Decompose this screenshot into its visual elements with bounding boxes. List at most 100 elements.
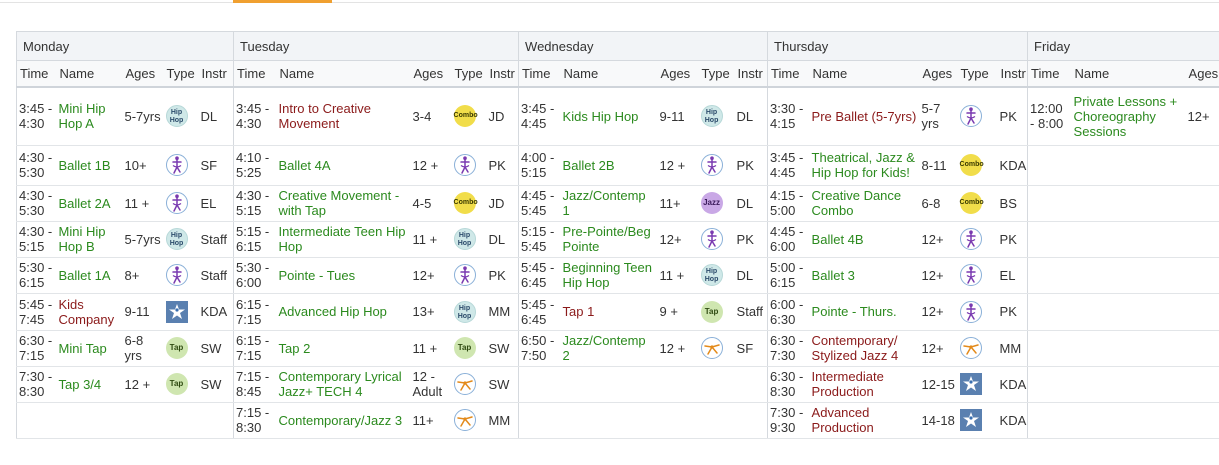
active-tab-indicator	[233, 0, 332, 3]
class-name-link[interactable]: Mini Hip Hop A	[59, 101, 121, 131]
column-header-time-wednesday: Time	[518, 60, 561, 88]
class-time-cell: 4:45 - 5:45	[518, 185, 561, 222]
class-name-link[interactable]: Pointe - Tues	[279, 268, 409, 283]
class-type-cell	[698, 330, 735, 367]
empty-cell	[198, 402, 234, 439]
class-name-link[interactable]: Mini Hip Hop B	[59, 224, 121, 254]
class-name-link[interactable]: Contemporary/ Stylized Jazz 4	[812, 333, 918, 363]
class-name-link[interactable]: Ballet 1B	[59, 158, 121, 173]
ballet-dancer-icon	[959, 264, 982, 286]
column-header-type-thursday: Type	[957, 60, 998, 88]
class-name-link[interactable]: Pointe - Thurs.	[812, 304, 918, 319]
class-name-link[interactable]: Advanced Hip Hop	[279, 304, 409, 319]
class-name-link[interactable]: Contemporary Lyrical Jazz+ TECH 4	[279, 369, 409, 399]
combo-icon: Combo	[453, 192, 478, 214]
class-name-link[interactable]: Tap 2	[279, 341, 409, 356]
production-star-icon	[959, 373, 982, 395]
column-header-type-tuesday: Type	[451, 60, 487, 88]
column-header-ages-thursday: Ages	[919, 60, 958, 88]
class-instr-cell: SW	[198, 366, 234, 403]
hip-hop-icon: Hip Hop	[700, 264, 723, 286]
empty-cell	[1071, 145, 1186, 186]
class-name-link[interactable]: Intro to Creative Movement	[279, 101, 409, 131]
class-name-link[interactable]: Pre Ballet (5-7yrs)	[812, 109, 918, 124]
empty-cell	[1027, 402, 1072, 439]
class-name-cell: Jazz/Contemp 1	[560, 185, 658, 222]
class-name-link[interactable]: Tap 3/4	[59, 377, 121, 392]
class-name-link[interactable]: Advanced Production	[812, 405, 918, 435]
class-instr-cell: JD	[486, 185, 519, 222]
column-header-ages-monday: Ages	[122, 60, 164, 88]
class-name-cell: Mini Hip Hop B	[56, 221, 123, 258]
class-name-link[interactable]: Jazz/Contemp 2	[563, 333, 656, 363]
class-name-link[interactable]: Ballet 1A	[59, 268, 121, 283]
production-star-icon	[959, 409, 982, 431]
column-header-row: Time Name Ages Type Instr Time Name Ages Type Ins…	[16, 60, 1219, 88]
class-name-link[interactable]: Tap 1	[563, 304, 656, 319]
class-instr-cell: PK	[997, 87, 1028, 146]
class-name-link[interactable]: Ballet 4B	[812, 232, 918, 247]
class-name-link[interactable]: Intermediate Teen Hip Hop	[279, 224, 409, 254]
class-name-link[interactable]: Kids Hip Hop	[563, 109, 656, 124]
class-name-link[interactable]: Mini Tap	[59, 341, 121, 356]
class-name-cell: Mini Tap	[56, 330, 123, 367]
day-header-thursday: Thursday	[767, 31, 1028, 61]
class-name-link[interactable]: Intermediate Production	[812, 369, 918, 399]
class-name-cell: Intermediate Production	[809, 366, 920, 403]
hip-hop-icon-label-1: Hip	[705, 268, 718, 275]
class-name-cell: Ballet 1B	[56, 145, 123, 186]
day-header-monday: Monday	[16, 31, 234, 61]
ballet-dancer-icon	[959, 300, 982, 323]
empty-cell	[1185, 221, 1219, 258]
class-instr-cell: PK	[734, 145, 768, 186]
class-name-link[interactable]: Ballet 4A	[279, 158, 409, 173]
empty-cell	[1027, 221, 1072, 258]
class-name-cell: Pre Ballet (5-7yrs)	[809, 87, 920, 146]
class-time-cell: 3:45 - 4:45	[767, 145, 810, 186]
class-type-cell	[451, 145, 487, 186]
class-name-link[interactable]: Creative Movement - with Tap	[279, 188, 409, 218]
class-name-link[interactable]: Beginning Teen Hip Hop	[563, 260, 656, 290]
class-ages-cell: 11 +	[410, 221, 452, 258]
class-instr-cell: SF	[198, 145, 234, 186]
class-ages-cell: 8-11	[919, 145, 958, 186]
class-name-link[interactable]: Jazz/Contemp 1	[563, 188, 656, 218]
column-header-time-thursday: Time	[767, 60, 810, 88]
table-row: 7:15 - 8:30 Contemporary/Jazz 3 11+ MM 7:30 …	[16, 402, 1219, 439]
ballet-dancer-icon	[700, 228, 723, 250]
class-instr-cell: SW	[198, 330, 234, 367]
class-instr-cell: KDA	[997, 402, 1028, 439]
class-time-cell: 4:30 - 5:30	[16, 145, 57, 186]
class-name-link[interactable]: Creative Dance Combo	[812, 188, 918, 218]
class-name-link[interactable]: Kids Company	[59, 297, 121, 327]
hip-hop-icon: Hip Hop	[453, 300, 476, 323]
class-instr-cell: DL	[486, 221, 519, 258]
class-ages-cell: 6-8	[919, 185, 958, 222]
day-header-friday: Friday	[1027, 31, 1219, 61]
table-row: 4:30 - 5:30 Ballet 2A 11 + EL 4:30 - 5:15 Cre…	[16, 185, 1219, 222]
class-name-cell: Ballet 1A	[56, 257, 123, 294]
class-time-cell: 5:15 - 5:45	[518, 221, 561, 258]
class-name-link[interactable]: Ballet 2A	[59, 196, 121, 211]
empty-cell	[1027, 257, 1072, 294]
empty-cell	[734, 366, 768, 403]
day-header-tuesday: Tuesday	[233, 31, 519, 61]
class-ages-cell: 12 - Adult	[410, 366, 452, 403]
empty-cell	[1185, 257, 1219, 294]
empty-cell	[56, 402, 123, 439]
class-name-link[interactable]: Theatrical, Jazz & Hip Hop for Kids!	[812, 150, 918, 180]
column-header-type-wednesday: Type	[698, 60, 735, 88]
class-name-link[interactable]: Private Lessons + Choreography Sessions	[1074, 94, 1184, 139]
jazz-icon: Jazz	[700, 192, 723, 214]
class-name-link[interactable]: Contemporary/Jazz 3	[279, 413, 409, 428]
column-header-time-monday: Time	[16, 60, 57, 88]
class-name-link[interactable]: Ballet 3	[812, 268, 918, 283]
tap-icon: Tap	[453, 337, 476, 359]
class-name-cell: Tap 3/4	[56, 366, 123, 403]
class-name-link[interactable]: Pre-Pointe/Beg Pointe	[563, 224, 656, 254]
combo-icon: Combo	[959, 154, 984, 176]
class-time-cell: 6:50 - 7:50	[518, 330, 561, 367]
class-type-cell	[451, 257, 487, 294]
column-header-ages-tuesday: Ages	[410, 60, 452, 88]
class-name-link[interactable]: Ballet 2B	[563, 158, 656, 173]
